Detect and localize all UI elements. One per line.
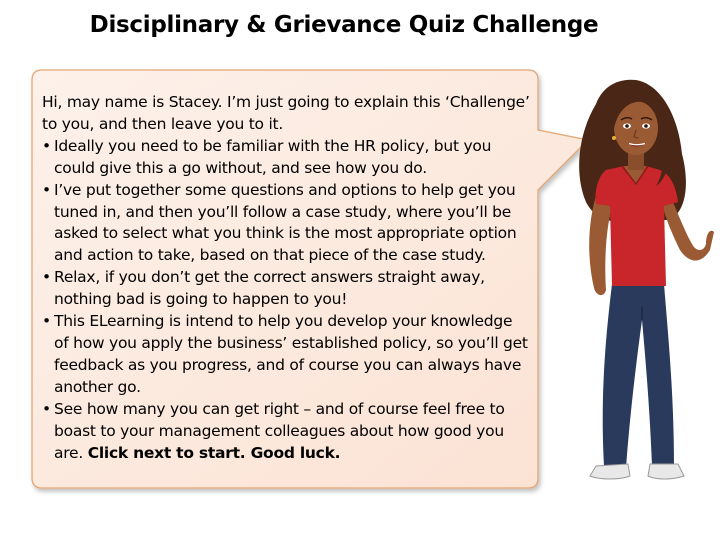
bullet-text: I’ve put together some questions and opt…	[54, 180, 517, 265]
list-item: • This ELearning is intend to help you d…	[42, 311, 530, 399]
left-shoe	[589, 463, 631, 480]
jeans	[602, 284, 674, 468]
right-shoe	[647, 463, 685, 480]
bullet-icon: •	[42, 136, 51, 155]
list-item: • See how many you can get right – and o…	[42, 399, 530, 465]
speech-bubble-text: Hi, may name is Stacey. I’m just going t…	[42, 92, 530, 464]
bullet-text: Ideally you need to be familiar with the…	[54, 136, 492, 177]
bullet-list: • Ideally you need to be familiar with t…	[42, 136, 530, 465]
bullet-text: This ELearning is intend to help you dev…	[54, 312, 528, 396]
call-to-action-text: Click next to start. Good luck.	[87, 443, 341, 462]
bullet-icon: •	[42, 312, 51, 331]
intro-text: Hi, may name is Stacey. I’m just going t…	[42, 93, 530, 133]
list-item: • I’ve put together some questions and o…	[42, 180, 530, 268]
bullet-icon: •	[42, 399, 51, 418]
bullet-icon: •	[42, 180, 51, 199]
bullet-text: Relax, if you don’t get the correct answ…	[54, 268, 485, 309]
list-item: • Relax, if you don’t get the correct an…	[42, 267, 530, 311]
bullet-icon: •	[42, 268, 51, 287]
stacey-character-icon	[579, 79, 714, 480]
list-item: • Ideally you need to be familiar with t…	[42, 136, 530, 180]
